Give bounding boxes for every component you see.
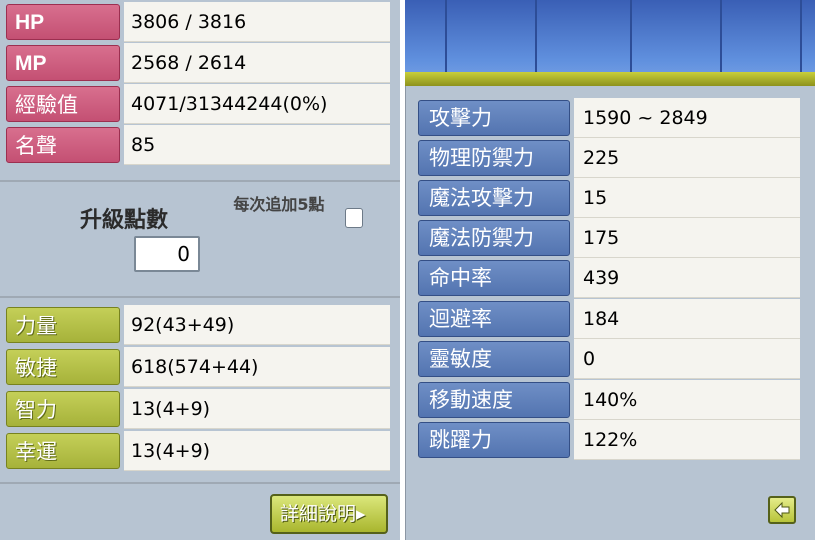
physical-defense-label: 物理防禦力 xyxy=(418,140,570,176)
str-value: 92(43+49) xyxy=(124,305,390,345)
back-arrow-icon xyxy=(774,501,790,519)
hp-label: HP xyxy=(6,4,120,40)
magic-attack-value: 15 xyxy=(574,178,800,218)
stat-window: HP 3806 / 3816 MP 2568 / 2614 經驗值 4071/3… xyxy=(0,0,400,540)
stat-row-hp: HP 3806 / 3816 xyxy=(0,2,395,42)
detail-row-physical-defense: 物理防禦力 225 xyxy=(418,138,800,178)
stat-row-mp: MP 2568 / 2614 xyxy=(0,43,395,83)
jump-label: 跳躍力 xyxy=(418,422,570,458)
magic-defense-value: 175 xyxy=(574,218,800,258)
hands-label: 靈敏度 xyxy=(418,341,570,377)
stat-row-int: 智力 13(4+9) xyxy=(0,389,395,429)
magic-defense-label: 魔法防禦力 xyxy=(418,220,570,256)
game-scene-background xyxy=(405,0,815,86)
detail-button-label: 詳細說明 xyxy=(280,503,357,525)
dex-value: 618(574+44) xyxy=(124,347,390,387)
fame-value: 85 xyxy=(124,125,390,165)
luk-value: 13(4+9) xyxy=(124,431,390,471)
attack-label: 攻擊力 xyxy=(418,100,570,136)
detail-row-hands: 靈敏度 0 xyxy=(418,339,800,379)
detail-row-accuracy: 命中率 439 xyxy=(418,258,800,298)
back-button[interactable] xyxy=(768,496,796,524)
auto-assign-checkbox[interactable] xyxy=(345,208,363,228)
int-label: 智力 xyxy=(6,391,120,427)
detail-row-magic-attack: 魔法攻擊力 15 xyxy=(418,178,800,218)
luk-label: 幸運 xyxy=(6,433,120,469)
mp-value: 2568 / 2614 xyxy=(124,43,390,83)
magic-attack-label: 魔法攻擊力 xyxy=(418,180,570,216)
speed-label: 移動速度 xyxy=(418,382,570,418)
int-value: 13(4+9) xyxy=(124,389,390,429)
ability-point-value: 0 xyxy=(134,236,200,272)
exp-label: 經驗值 xyxy=(6,86,120,122)
fame-label: 名聲 xyxy=(6,127,120,163)
jump-value: 122% xyxy=(574,420,800,460)
ability-point-label: 升級點數 xyxy=(80,208,169,233)
stat-row-dex: 敏捷 618(574+44) xyxy=(0,347,395,387)
detail-row-magic-defense: 魔法防禦力 175 xyxy=(418,218,800,258)
avoidability-value: 184 xyxy=(574,299,800,339)
dex-label: 敏捷 xyxy=(6,349,120,385)
physical-defense-value: 225 xyxy=(574,138,800,178)
avoidability-label: 迴避率 xyxy=(418,301,570,337)
str-label: 力量 xyxy=(6,307,120,343)
divider xyxy=(0,482,400,484)
ability-point-panel: 升級點數 xyxy=(0,182,400,294)
detail-row-speed: 移動速度 140% xyxy=(418,380,800,420)
divider xyxy=(0,296,400,298)
mp-label: MP xyxy=(6,45,120,81)
detail-row-attack: 攻擊力 1590 ~ 2849 xyxy=(418,98,800,138)
attack-value: 1590 ~ 2849 xyxy=(574,98,800,138)
accuracy-value: 439 xyxy=(574,258,800,298)
detail-row-avoidability: 迴避率 184 xyxy=(418,299,800,339)
accuracy-label: 命中率 xyxy=(418,260,570,296)
stat-row-exp: 經驗值 4071/31344244(0%) xyxy=(0,84,395,124)
stat-row-str: 力量 92(43+49) xyxy=(0,305,395,345)
detail-row-jump: 跳躍力 122% xyxy=(418,420,800,460)
auto-assign-label: 每次追加5點 xyxy=(233,195,325,214)
stat-row-fame: 名聲 85 xyxy=(0,125,395,165)
detail-arrow-icon: ▸ xyxy=(356,503,366,525)
hands-value: 0 xyxy=(574,339,800,379)
stat-row-luk: 幸運 13(4+9) xyxy=(0,431,395,471)
exp-value: 4071/31344244(0%) xyxy=(124,84,390,124)
hp-value: 3806 / 3816 xyxy=(124,2,390,42)
speed-value: 140% xyxy=(574,380,800,420)
detail-button[interactable]: 詳細說明▸ xyxy=(270,494,388,534)
